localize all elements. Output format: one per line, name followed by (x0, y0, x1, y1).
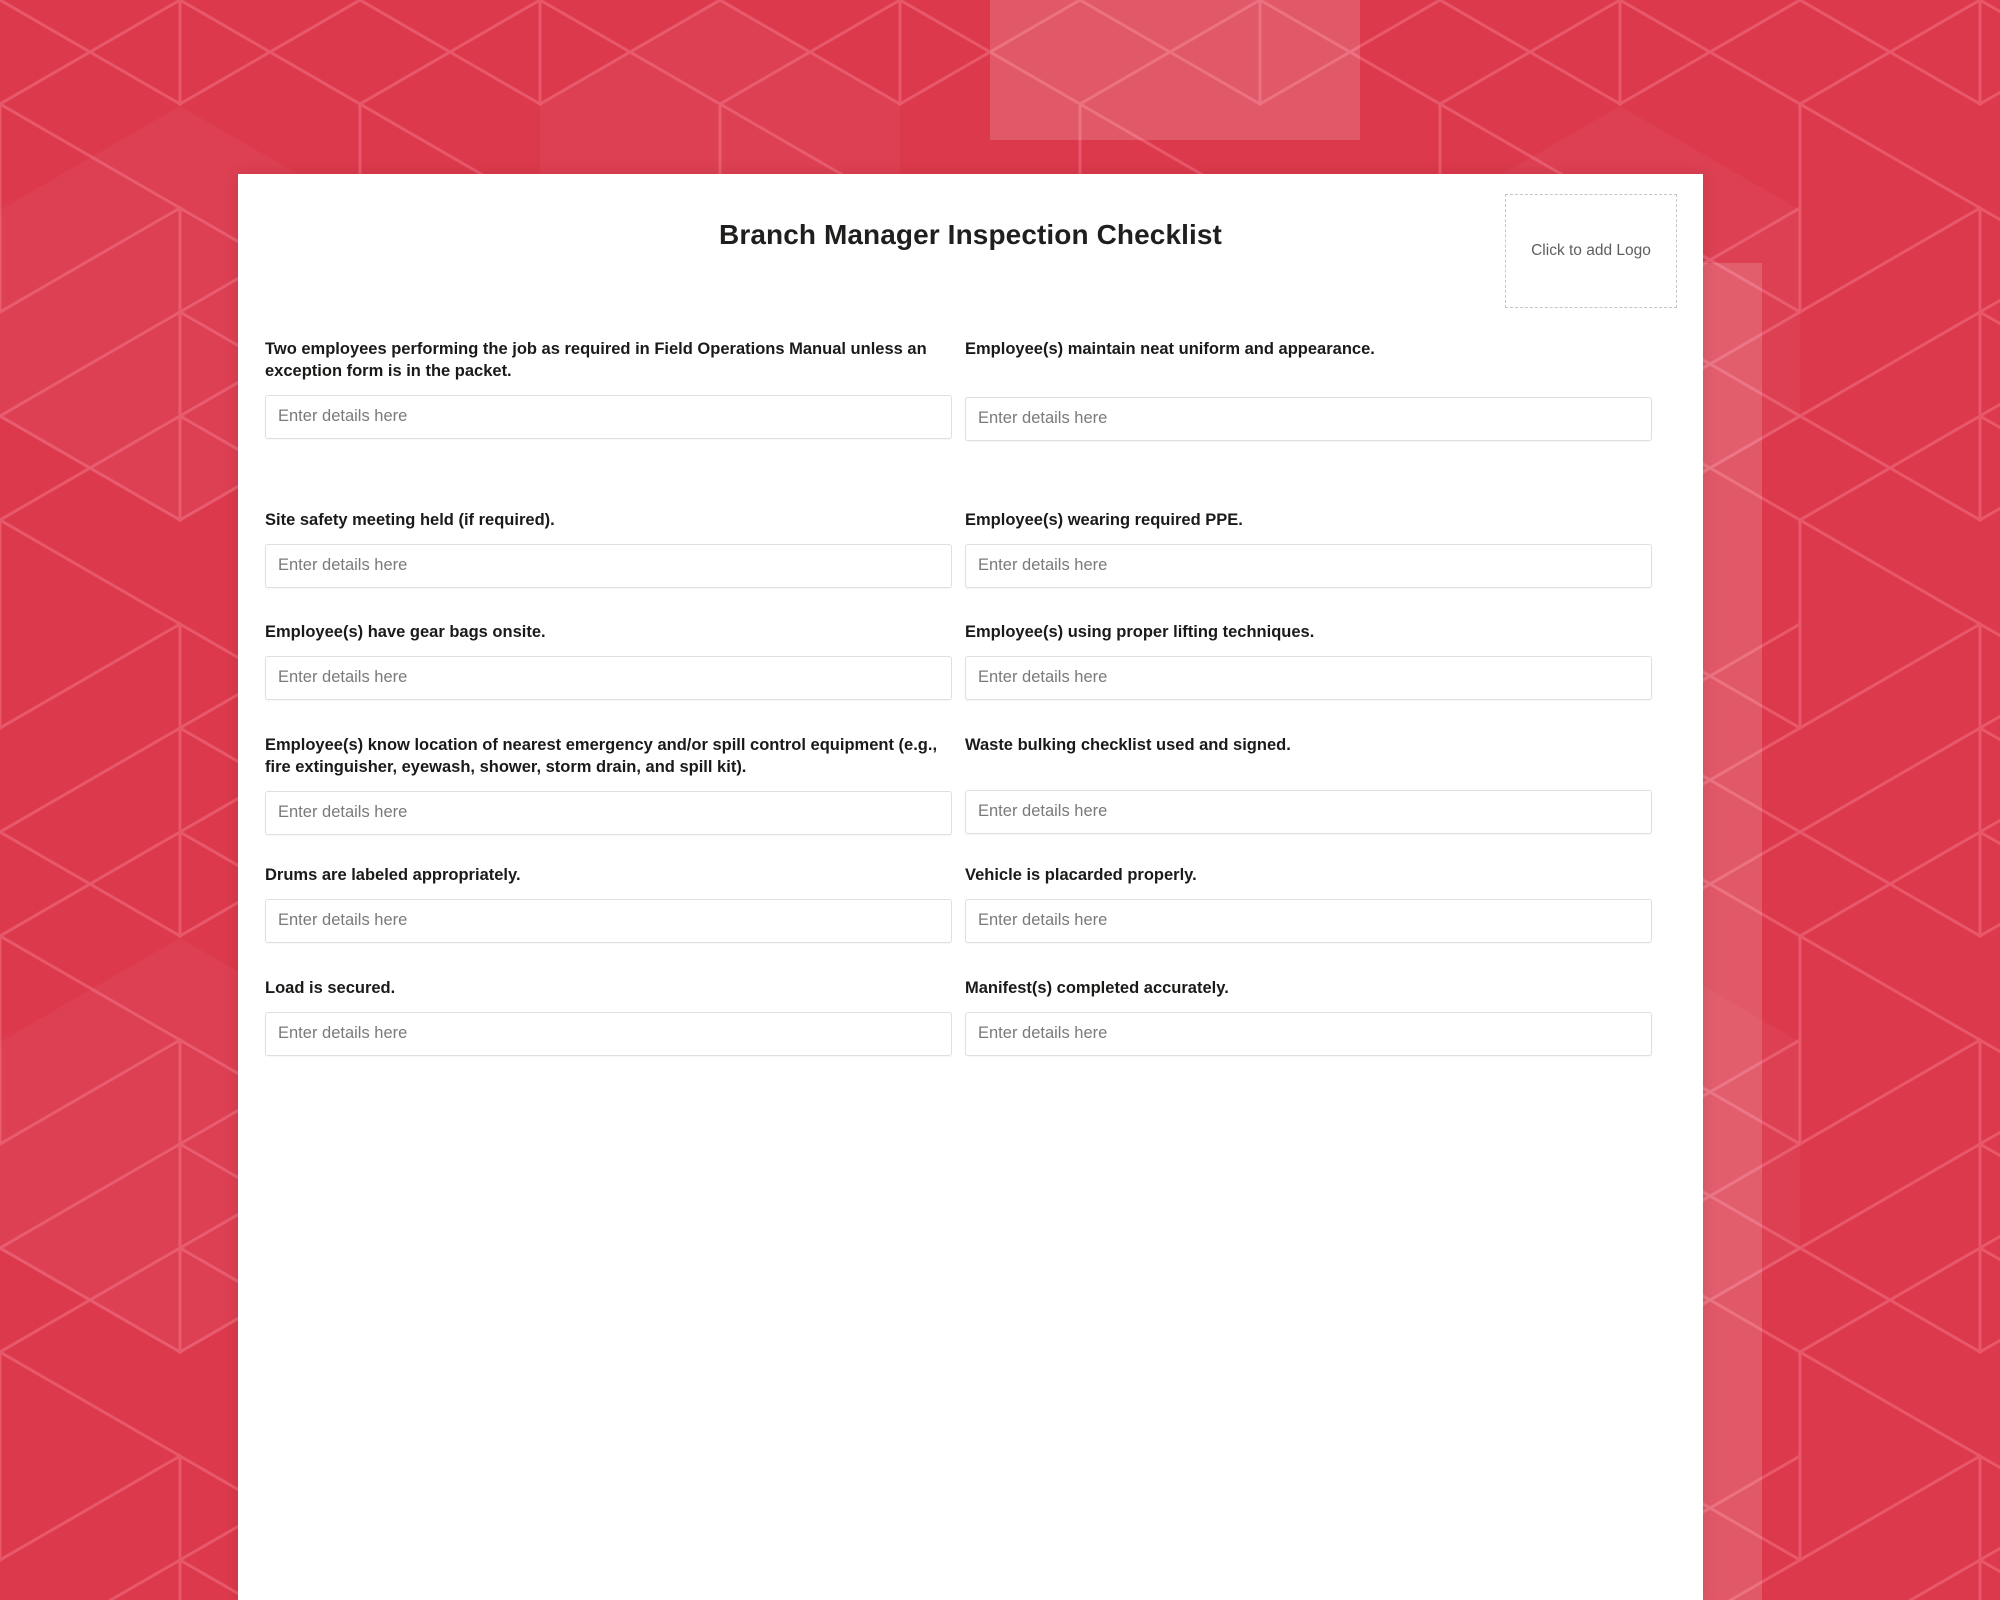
question-label: Manifest(s) completed accurately. (965, 979, 1229, 997)
question-details-input[interactable] (965, 655, 1652, 700)
question-cell: Employee(s) using proper lifting techniq… (965, 604, 1652, 700)
question-label: Employee(s) wearing required PPE. (965, 511, 1243, 529)
question-details-input[interactable] (965, 396, 1652, 441)
question-details-input[interactable] (965, 789, 1652, 834)
question-label: Employee(s) have gear bags onsite. (265, 623, 546, 641)
question-cell: Manifest(s) completed accurately. (965, 960, 1652, 1056)
question-details-input[interactable] (265, 543, 952, 588)
question-label: Site safety meeting held (if required). (265, 511, 555, 529)
question-label: Drums are labeled appropriately. (265, 866, 521, 884)
question-details-input[interactable] (265, 394, 952, 439)
question-details-input[interactable] (965, 1011, 1652, 1056)
question-label: Employee(s) maintain neat uniform and ap… (965, 340, 1375, 358)
app-root: Branch Manager Inspection Checklist Clic… (0, 0, 2000, 1600)
question-row: Site safety meeting held (if required). … (265, 492, 1676, 604)
question-row: Load is secured. Manifest(s) completed a… (265, 960, 1676, 1073)
question-label: Waste bulking checklist used and signed. (965, 736, 1291, 754)
question-cell: Site safety meeting held (if required). (265, 492, 952, 588)
question-cell: Employee(s) wearing required PPE. (965, 492, 1652, 588)
question-details-input[interactable] (265, 655, 952, 700)
question-row: Two employees performing the job as requ… (265, 322, 1676, 492)
logo-upload-placeholder[interactable]: Click to add Logo (1505, 194, 1677, 308)
form-panel: Branch Manager Inspection Checklist Clic… (238, 174, 1703, 1600)
question-details-input[interactable] (965, 898, 1652, 943)
question-details-input[interactable] (965, 543, 1652, 588)
question-row: Drums are labeled appropriately. Vehicle… (265, 847, 1676, 960)
question-details-input[interactable] (265, 790, 952, 835)
question-row: Employee(s) have gear bags onsite. Emplo… (265, 604, 1676, 716)
question-cell: Waste bulking checklist used and signed. (965, 716, 1652, 834)
logo-placeholder-label: Click to add Logo (1531, 242, 1651, 259)
question-label: Two employees performing the job as requ… (265, 340, 927, 380)
question-cell: Two employees performing the job as requ… (265, 322, 952, 439)
question-cell: Load is secured. (265, 960, 952, 1056)
page-title: Branch Manager Inspection Checklist (719, 219, 1222, 250)
question-label: Employee(s) using proper lifting techniq… (965, 623, 1315, 641)
question-cell: Employee(s) have gear bags onsite. (265, 604, 952, 700)
question-label: Load is secured. (265, 979, 396, 997)
question-cell: Vehicle is placarded properly. (965, 847, 1652, 943)
question-row: Employee(s) know location of nearest eme… (265, 716, 1676, 847)
question-cell: Employee(s) know location of nearest eme… (265, 716, 952, 835)
question-details-input[interactable] (265, 1011, 952, 1056)
form-header: Branch Manager Inspection Checklist Clic… (238, 174, 1703, 322)
question-label: Employee(s) know location of nearest eme… (265, 736, 938, 776)
question-cell: Employee(s) maintain neat uniform and ap… (965, 322, 1652, 441)
question-label: Vehicle is placarded properly. (965, 866, 1197, 884)
questions-grid: Two employees performing the job as requ… (238, 322, 1703, 1073)
question-cell: Drums are labeled appropriately. (265, 847, 952, 943)
question-details-input[interactable] (265, 898, 952, 943)
